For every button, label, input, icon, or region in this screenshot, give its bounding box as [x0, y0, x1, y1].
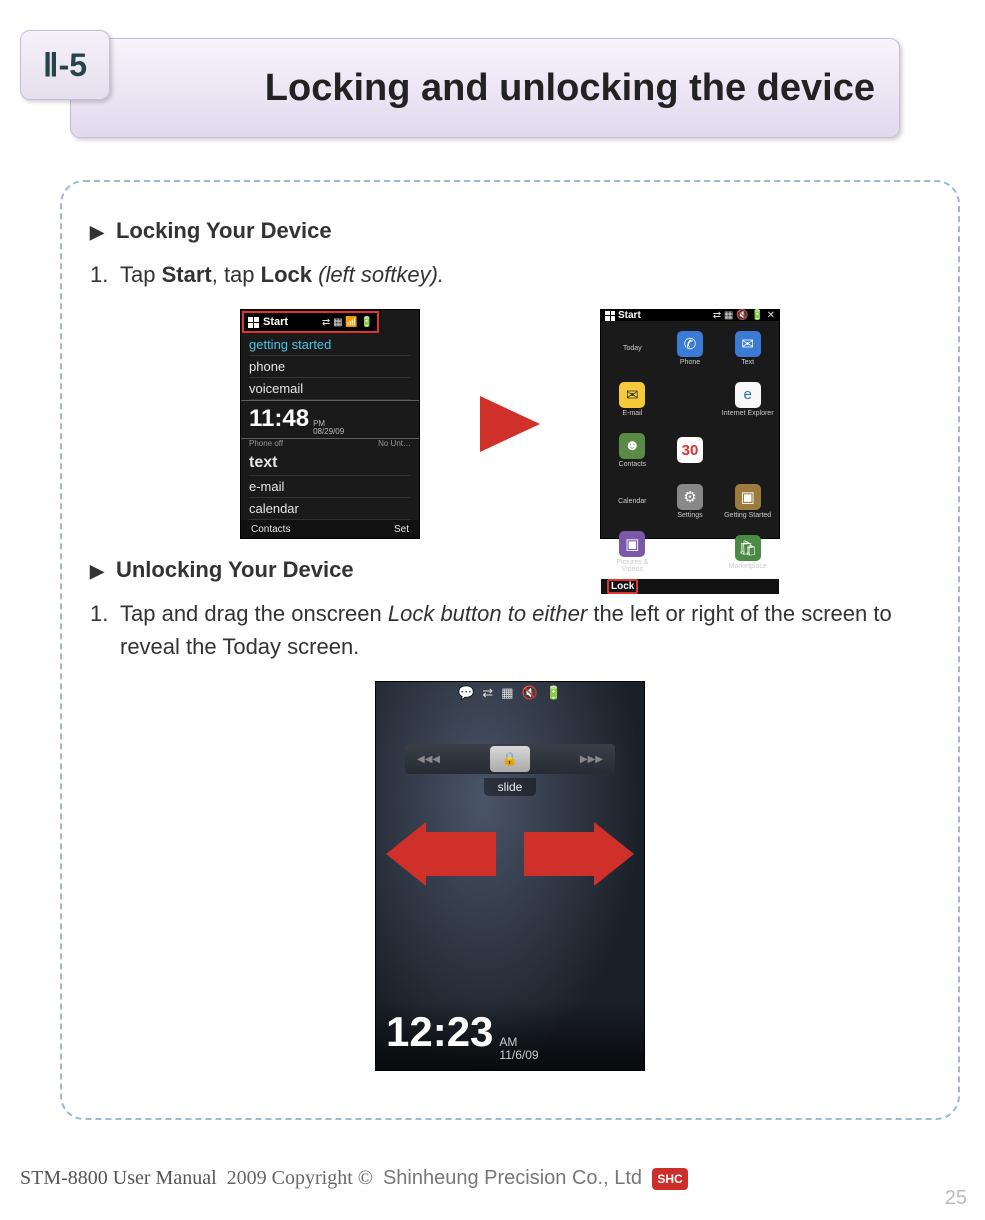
app-label: E-mail [622, 410, 642, 417]
app-tile: 30 [663, 426, 718, 474]
lock-step: 1. Tap Start, tap Lock (left softkey). [90, 258, 930, 291]
list-item: e-mail [249, 476, 411, 498]
app-label: Text [741, 359, 754, 366]
page-number: 25 [945, 1187, 967, 1210]
app-tile [663, 375, 718, 423]
signal-icon: ⇄ ▦ 📶 🔋 [322, 317, 373, 328]
list-item: calendar [249, 498, 411, 520]
phoneA-clock: 11:48 PM08/29/09 [241, 400, 419, 439]
arrow-left-icon [386, 832, 496, 876]
lock-softkey-highlight: Lock [607, 579, 638, 594]
app-tile: ▣ Pictures & Videos [605, 528, 660, 576]
title-banner: Locking and unlocking the device [70, 38, 900, 138]
lock-slider: ◀◀◀ 🔒 ▶▶▶ slide [376, 744, 644, 796]
signal-icon: ▦ [501, 685, 513, 701]
unlock-step: 1. Tap and drag the onscreen Lock button… [90, 597, 930, 663]
company-logo: SHC [652, 1168, 688, 1190]
signal-icon: ⇄ ▦ 🔇 🔋 ✕ [713, 310, 775, 321]
app-tile [720, 426, 775, 474]
page-title: Locking and unlocking the device [265, 67, 875, 110]
arrow-right-icon [524, 832, 634, 876]
app-tile: ▣ Getting Started [720, 477, 775, 525]
app-label: Phone [680, 359, 700, 366]
app-icon: 30 [677, 437, 703, 463]
phoneA-status-bar: Start ⇄ ▦ 📶 🔋 [244, 313, 377, 331]
app-label: Today [623, 345, 642, 352]
phoneC-status-bar: 💬 ⇄ ▦ 🔇 🔋 [376, 682, 644, 704]
chevron-left-icon: ◀◀◀ [417, 754, 440, 765]
page-footer: STM-8800 User Manual 2009 Copyright © Sh… [20, 1167, 965, 1190]
app-label: Settings [677, 512, 702, 519]
company-name: Shinheung Precision Co., Ltd [383, 1167, 642, 1190]
phone-lock-screen: 💬 ⇄ ▦ 🔇 🔋 ◀◀◀ 🔒 ▶▶▶ slide 12:23 AM 11/6/… [375, 681, 645, 1071]
manual-name: STM-8800 User Manual [20, 1167, 217, 1190]
app-icon: ▣ [735, 484, 761, 510]
copyright: 2009 Copyright © [227, 1167, 373, 1190]
chat-icon: 💬 [458, 685, 474, 701]
app-tile [663, 528, 718, 576]
list-item: text [249, 451, 411, 476]
phoneC-clock: 12:23 AM 11/6/09 [376, 1002, 644, 1070]
app-label: Marketplace [729, 563, 767, 570]
lock-knob: 🔒 [490, 746, 530, 772]
chevron-right-icon: ▶▶▶ [580, 754, 603, 765]
phoneB-footer: Lock [601, 579, 779, 594]
list-item: voicemail [249, 378, 411, 400]
phones-row: Start ⇄ ▦ 📶 🔋 getting started phone voic… [90, 309, 930, 539]
app-tile: Today [605, 324, 660, 372]
slide-label: slide [484, 778, 537, 796]
app-label: Calendar [618, 498, 646, 505]
app-tile: ⚙ Settings [663, 477, 718, 525]
section-heading-locking: ▶ Locking Your Device [90, 218, 930, 244]
app-tile: ✉ E-mail [605, 375, 660, 423]
app-icon: ✆ [677, 331, 703, 357]
phone-start-menu: Start ⇄ ▦ 🔇 🔋 ✕ Today ✆ Phone ✉ Text ✉ E-mail e… [600, 309, 780, 539]
app-icon: ☻ [619, 433, 645, 459]
phone-today-screen: Start ⇄ ▦ 📶 🔋 getting started phone voic… [240, 309, 420, 539]
chapter-tab: Ⅱ-5 [20, 30, 110, 100]
sync-icon: ⇄ [482, 685, 493, 701]
arrow-right-icon [480, 396, 540, 452]
app-tile: 🛍 Marketplace [720, 528, 775, 576]
lock-softkey: Lock [611, 581, 634, 592]
volume-icon: 🔇 [522, 685, 538, 701]
lock-icon: 🔒 [502, 751, 518, 767]
windows-icon [605, 311, 615, 321]
app-label: Pictures & Videos [605, 559, 660, 573]
phoneA-footer: Contacts Set [241, 520, 419, 538]
app-icon: ▣ [619, 531, 645, 557]
app-label: Getting Started [724, 512, 771, 519]
chapter-label: Ⅱ-5 [43, 46, 87, 84]
windows-icon [248, 317, 259, 328]
app-icon: ✉ [619, 382, 645, 408]
battery-icon: 🔋 [546, 685, 562, 701]
app-icon: ✉ [735, 331, 761, 357]
slide-direction-arrows [376, 832, 644, 876]
list-item: phone [249, 356, 411, 378]
app-icon: ⚙ [677, 484, 703, 510]
content-box: ▶ Locking Your Device 1. Tap Start, tap … [60, 180, 960, 1120]
app-icon: e [735, 382, 761, 408]
app-tile: ✆ Phone [663, 324, 718, 372]
app-tile: ✉ Text [720, 324, 775, 372]
list-item: getting started [249, 334, 411, 356]
app-icon: 🛍 [735, 535, 761, 561]
app-tile: Calendar [605, 477, 660, 525]
phoneB-status-bar: Start ⇄ ▦ 🔇 🔋 ✕ [601, 310, 779, 321]
triangle-icon: ▶ [90, 561, 104, 581]
app-label: Internet Explorer [722, 410, 774, 417]
triangle-icon: ▶ [90, 222, 104, 242]
app-tile: e Internet Explorer [720, 375, 775, 423]
app-tile: ☻ Contacts [605, 426, 660, 474]
app-label: Contacts [619, 461, 647, 468]
section-heading-unlocking: ▶ Unlocking Your Device [90, 557, 930, 583]
